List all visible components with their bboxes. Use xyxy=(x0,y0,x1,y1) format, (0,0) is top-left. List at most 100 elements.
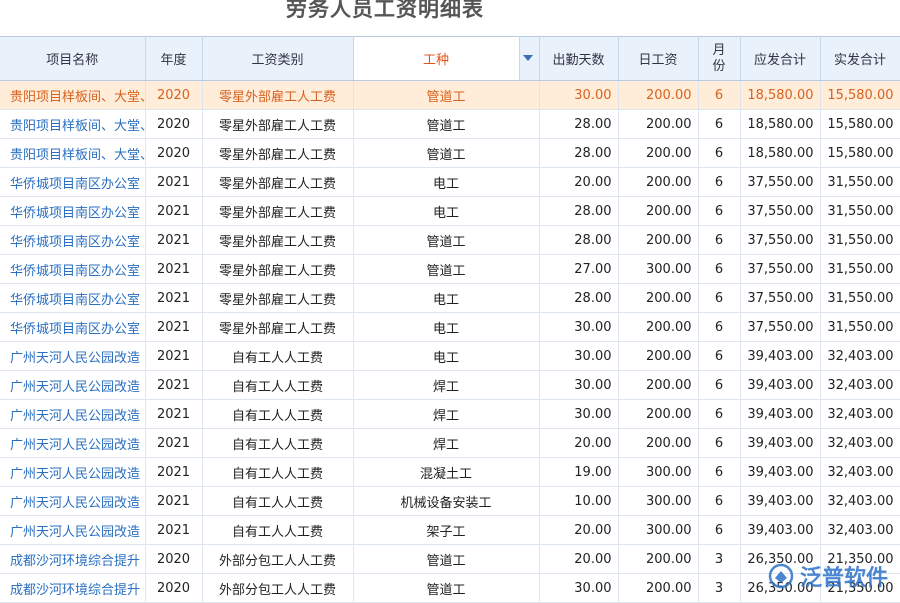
year-cell: 2020 xyxy=(145,110,202,139)
table-row[interactable]: 广州天河人民公园改造2021自有工人人工费焊工30.00200.00639,40… xyxy=(0,371,900,400)
table-row[interactable]: 贵阳项目样板间、大堂、2020零星外部雇工人工费管道工30.00200.0061… xyxy=(0,81,900,110)
trade-cell: 焊工 xyxy=(353,429,539,458)
project-cell[interactable]: 贵阳项目样板间、大堂、 xyxy=(0,139,145,168)
table-row[interactable]: 华侨城项目南区办公室2021零星外部雇工人工费电工30.00200.00637,… xyxy=(0,313,900,342)
wage-type-cell: 零星外部雇工人工费 xyxy=(202,284,353,313)
table-row[interactable]: 广州天河人民公园改造2021自有工人人工费机械设备安装工10.00300.006… xyxy=(0,487,900,516)
year-cell: 2021 xyxy=(145,400,202,429)
paid-cell: 31,550.00 xyxy=(820,168,900,197)
table-row[interactable]: 广州天河人民公园改造2021自有工人人工费架子工20.00300.00639,4… xyxy=(0,516,900,545)
wage-detail-table: 项目名称 年度 工资类别 工种 出勤天数 日工资 月份 应发合计 实发合计 贵阳… xyxy=(0,36,900,603)
year-cell: 2021 xyxy=(145,255,202,284)
project-cell[interactable]: 贵阳项目样板间、大堂、 xyxy=(0,110,145,139)
days-cell: 30.00 xyxy=(539,400,618,429)
table-row[interactable]: 华侨城项目南区办公室2021零星外部雇工人工费电工28.00200.00637,… xyxy=(0,197,900,226)
project-cell[interactable]: 广州天河人民公园改造 xyxy=(0,487,145,516)
project-cell[interactable]: 成都沙河环境综合提升 xyxy=(0,574,145,603)
col-header-daily-wage[interactable]: 日工资 xyxy=(618,37,698,81)
paid-cell: 32,403.00 xyxy=(820,400,900,429)
daily-wage-cell: 200.00 xyxy=(618,139,698,168)
trade-cell: 混凝土工 xyxy=(353,458,539,487)
page-title-text: 劳务人员工资明细表 xyxy=(286,0,484,21)
payable-cell: 18,580.00 xyxy=(740,110,820,139)
payable-cell: 39,403.00 xyxy=(740,371,820,400)
table-row[interactable]: 广州天河人民公园改造2021自有工人人工费混凝土工19.00300.00639,… xyxy=(0,458,900,487)
month-cell: 6 xyxy=(698,487,740,516)
project-cell[interactable]: 广州天河人民公园改造 xyxy=(0,516,145,545)
col-header-wage-type[interactable]: 工资类别 xyxy=(202,37,353,81)
table-row[interactable]: 贵阳项目样板间、大堂、2020零星外部雇工人工费管道工28.00200.0061… xyxy=(0,110,900,139)
month-cell: 6 xyxy=(698,81,740,110)
trade-cell: 架子工 xyxy=(353,516,539,545)
paid-cell: 32,403.00 xyxy=(820,429,900,458)
year-cell: 2021 xyxy=(145,226,202,255)
payable-cell: 37,550.00 xyxy=(740,255,820,284)
wage-type-cell: 零星外部雇工人工费 xyxy=(202,226,353,255)
table-row[interactable]: 华侨城项目南区办公室2021零星外部雇工人工费电工28.00200.00637,… xyxy=(0,284,900,313)
daily-wage-cell: 200.00 xyxy=(618,313,698,342)
project-cell[interactable]: 华侨城项目南区办公室 xyxy=(0,284,145,313)
year-cell: 2020 xyxy=(145,545,202,574)
table-row[interactable]: 贵阳项目样板间、大堂、2020零星外部雇工人工费管道工28.00200.0061… xyxy=(0,139,900,168)
project-cell[interactable]: 广州天河人民公园改造 xyxy=(0,400,145,429)
table-row[interactable]: 华侨城项目南区办公室2021零星外部雇工人工费电工20.00200.00637,… xyxy=(0,168,900,197)
project-cell[interactable]: 华侨城项目南区办公室 xyxy=(0,255,145,284)
wage-type-cell: 零星外部雇工人工费 xyxy=(202,139,353,168)
days-cell: 30.00 xyxy=(539,313,618,342)
payable-cell: 39,403.00 xyxy=(740,516,820,545)
project-cell[interactable]: 广州天河人民公园改造 xyxy=(0,429,145,458)
col-header-trade-dropdown[interactable] xyxy=(519,37,539,81)
wage-type-cell: 外部分包工人人工费 xyxy=(202,545,353,574)
payable-cell: 18,580.00 xyxy=(740,139,820,168)
project-cell[interactable]: 华侨城项目南区办公室 xyxy=(0,197,145,226)
table-row[interactable]: 广州天河人民公园改造2021自有工人人工费焊工20.00200.00639,40… xyxy=(0,429,900,458)
year-cell: 2020 xyxy=(145,81,202,110)
payable-cell: 37,550.00 xyxy=(740,197,820,226)
year-cell: 2021 xyxy=(145,371,202,400)
paid-cell: 31,550.00 xyxy=(820,197,900,226)
watermark: 泛普软件 xyxy=(768,560,888,592)
project-cell[interactable]: 广州天河人民公园改造 xyxy=(0,458,145,487)
table-row[interactable]: 广州天河人民公园改造2021自有工人人工费电工30.00200.00639,40… xyxy=(0,342,900,371)
wage-type-cell: 零星外部雇工人工费 xyxy=(202,168,353,197)
col-header-trade[interactable]: 工种 xyxy=(353,37,519,81)
month-cell: 6 xyxy=(698,197,740,226)
project-cell[interactable]: 广州天河人民公园改造 xyxy=(0,371,145,400)
table-row[interactable]: 华侨城项目南区办公室2021零星外部雇工人工费管道工27.00300.00637… xyxy=(0,255,900,284)
project-cell[interactable]: 贵阳项目样板间、大堂、 xyxy=(0,81,145,110)
wage-type-cell: 零星外部雇工人工费 xyxy=(202,313,353,342)
month-cell: 6 xyxy=(698,110,740,139)
paid-cell: 32,403.00 xyxy=(820,487,900,516)
col-header-project[interactable]: 项目名称 xyxy=(0,37,145,81)
trade-cell: 电工 xyxy=(353,197,539,226)
table-row[interactable]: 广州天河人民公园改造2021自有工人人工费焊工30.00200.00639,40… xyxy=(0,400,900,429)
table-row[interactable]: 成都沙河环境综合提升2020外部分包工人人工费管道工30.00200.00326… xyxy=(0,574,900,603)
daily-wage-cell: 200.00 xyxy=(618,429,698,458)
month-cell: 6 xyxy=(698,168,740,197)
wage-type-cell: 零星外部雇工人工费 xyxy=(202,255,353,284)
days-cell: 19.00 xyxy=(539,458,618,487)
col-header-days[interactable]: 出勤天数 xyxy=(539,37,618,81)
wage-type-cell: 自有工人人工费 xyxy=(202,458,353,487)
project-cell[interactable]: 华侨城项目南区办公室 xyxy=(0,168,145,197)
project-cell[interactable]: 成都沙河环境综合提升 xyxy=(0,545,145,574)
days-cell: 10.00 xyxy=(539,487,618,516)
days-cell: 20.00 xyxy=(539,516,618,545)
table-row[interactable]: 成都沙河环境综合提升2020外部分包工人人工费管道工20.00200.00326… xyxy=(0,545,900,574)
project-cell[interactable]: 华侨城项目南区办公室 xyxy=(0,313,145,342)
col-header-month[interactable]: 月份 xyxy=(698,37,740,81)
col-header-paid[interactable]: 实发合计 xyxy=(820,37,900,81)
payable-cell: 37,550.00 xyxy=(740,284,820,313)
col-header-payable[interactable]: 应发合计 xyxy=(740,37,820,81)
month-cell: 6 xyxy=(698,429,740,458)
project-cell[interactable]: 广州天河人民公园改造 xyxy=(0,342,145,371)
payable-cell: 18,580.00 xyxy=(740,81,820,110)
wage-type-cell: 零星外部雇工人工费 xyxy=(202,81,353,110)
chevron-down-icon[interactable] xyxy=(523,55,533,61)
col-header-year[interactable]: 年度 xyxy=(145,37,202,81)
paid-cell: 31,550.00 xyxy=(820,313,900,342)
table-row[interactable]: 华侨城项目南区办公室2021零星外部雇工人工费管道工28.00200.00637… xyxy=(0,226,900,255)
paid-cell: 32,403.00 xyxy=(820,458,900,487)
wage-type-cell: 自有工人人工费 xyxy=(202,429,353,458)
project-cell[interactable]: 华侨城项目南区办公室 xyxy=(0,226,145,255)
